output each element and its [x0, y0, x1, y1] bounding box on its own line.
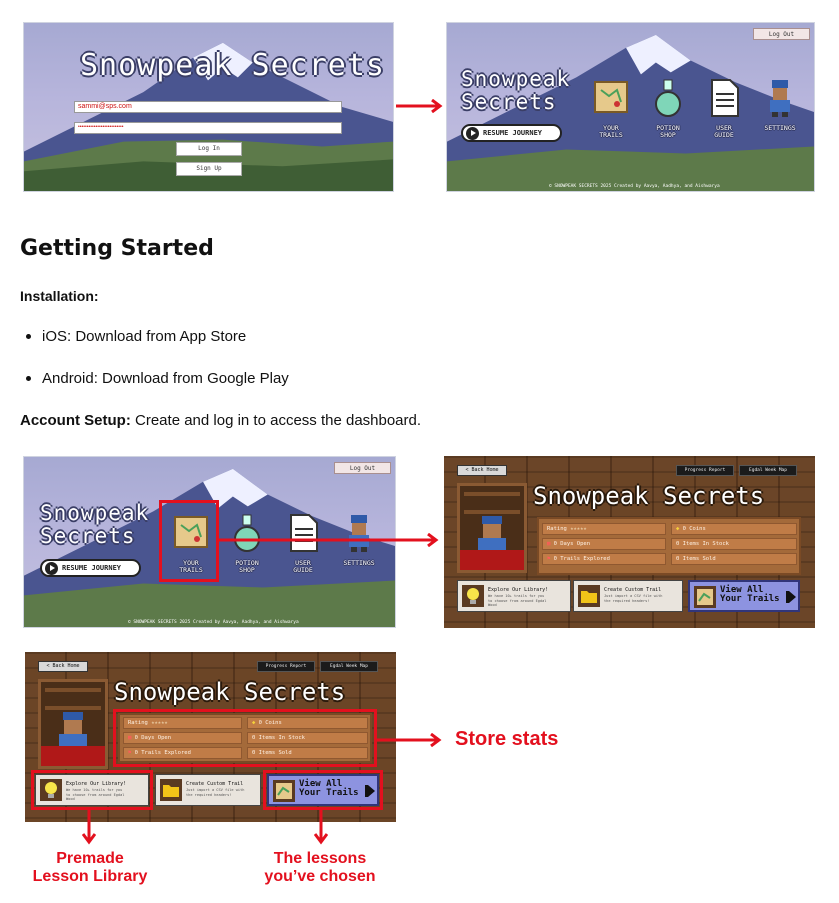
premade-library-caption: Premade Lesson Library [32, 850, 148, 885]
login-screenshot: Snowpeak Secrets sammi@sps.com •••••••••… [23, 22, 394, 192]
progress-report-button[interactable]: Progress Report [676, 465, 734, 476]
explore-library-card[interactable]: Explore Our Library! We have 10+ trails … [457, 580, 571, 612]
rating-stars: ★★★★★ [570, 526, 587, 532]
logout-button[interactable]: Log Out [334, 462, 391, 474]
view-all-trails-button[interactable]: View All Your Trails [688, 580, 800, 612]
store-screenshot: < Back Home Progress Report Egdal Week M… [444, 456, 815, 628]
app-title: Snowpeak Secrets [40, 501, 150, 548]
app-title: Snowpeak Secrets [80, 48, 385, 83]
play-icon [45, 561, 58, 575]
shopkeeper-icon [41, 682, 105, 766]
highlight-box-your-trails [159, 500, 219, 582]
app-title: Snowpeak Secrets [461, 67, 571, 114]
section-heading: Getting Started [20, 236, 214, 261]
highlight-box-view-all [263, 770, 383, 810]
menu-potion-shop[interactable]: POTION SHOP [648, 78, 688, 139]
items-in-stock-stat: 0 Items In Stock [671, 538, 797, 550]
resume-journey-button[interactable]: RESUME JOURNEY [461, 124, 562, 142]
progress-report-button[interactable]: Progress Report [257, 661, 315, 672]
coins-stat: ◆ 0 Coins [671, 523, 797, 535]
password-field[interactable]: •••••••••••••••••••••••••• [74, 122, 342, 134]
store-stats-panel: Rating ★★★★★ ◆ 0 Coins ▦ 0 Days Open 0 I… [537, 517, 801, 575]
map-icon [594, 81, 628, 113]
menu-your-trails[interactable]: YOUR TRAILS [591, 78, 631, 139]
menu-user-guide[interactable]: USER GUIDE [704, 78, 744, 139]
account-setup-paragraph: Account Setup: Create and log in to acce… [20, 412, 422, 429]
chosen-lessons-caption: The lessons you’ve chosen [264, 850, 376, 885]
signup-button[interactable]: Sign Up [176, 162, 242, 176]
create-custom-trail-card[interactable]: Create Custom Trail Just import a CSV fi… [155, 774, 261, 806]
logout-button[interactable]: Log Out [753, 28, 810, 40]
shopkeeper-portrait [38, 679, 108, 769]
trails-explored-stat: ⚑ 0 Trails Explored [542, 553, 666, 565]
week-map-button[interactable]: Egdal Week Map [739, 465, 797, 476]
home-screenshot: Log Out Snowpeak Secrets RESUME JOURNEY … [446, 22, 815, 192]
footer-credits: © SNOWPEAK SECRETS 2025 Created by Aavya… [549, 184, 720, 189]
store-title: Snowpeak Secrets [114, 678, 346, 706]
installation-label: Installation: [20, 288, 99, 304]
store-screenshot-annotated: < Back Home Progress Report Egdal Week M… [25, 652, 396, 822]
flag-icon: ⚑ [547, 556, 551, 562]
flow-arrow [396, 99, 443, 113]
back-home-button[interactable]: < Back Home [457, 465, 507, 476]
calendar-icon: ▦ [547, 541, 551, 547]
email-field[interactable]: sammi@sps.com [74, 101, 342, 113]
flow-arrow [218, 533, 439, 547]
shopkeeper-icon [460, 486, 524, 570]
play-icon [466, 126, 479, 140]
rating-stat: Rating ★★★★★ [542, 523, 666, 535]
days-open-stat: ▦ 0 Days Open [542, 538, 666, 550]
menu-settings[interactable]: SETTINGS [760, 78, 800, 132]
highlight-box-library [31, 770, 153, 810]
arrow-right-icon [786, 591, 796, 603]
store-stats-arrow [377, 733, 442, 747]
document-icon [711, 79, 739, 117]
bullet-android: Android: Download from Google Play [26, 370, 289, 387]
lightbulb-icon [462, 585, 484, 607]
create-custom-trail-card[interactable]: Create Custom Trail Just import a CSV fi… [573, 580, 683, 612]
character-icon [770, 80, 790, 117]
folder-icon [578, 585, 600, 607]
store-title: Snowpeak Secrets [533, 482, 765, 510]
trail-map-icon [694, 586, 716, 608]
folder-icon [160, 779, 182, 801]
potion-icon [655, 79, 681, 117]
highlight-box-store-stats [113, 709, 377, 767]
login-button[interactable]: Log In [176, 142, 242, 156]
shopkeeper-portrait [457, 483, 527, 573]
back-home-button[interactable]: < Back Home [38, 661, 88, 672]
store-stats-caption: Store stats [455, 728, 559, 750]
items-sold-stat: 0 Items Sold [671, 553, 797, 565]
chosen-down-arrow [314, 810, 328, 845]
coin-icon: ◆ [676, 526, 680, 532]
week-map-button[interactable]: Egdal Week Map [320, 661, 378, 672]
library-down-arrow [82, 810, 96, 845]
bullet-ios: iOS: Download from App Store [26, 328, 246, 345]
resume-journey-button[interactable]: RESUME JOURNEY [40, 559, 141, 577]
footer-credits: © SNOWPEAK SECRETS 2025 Created by Aavya… [128, 620, 299, 625]
